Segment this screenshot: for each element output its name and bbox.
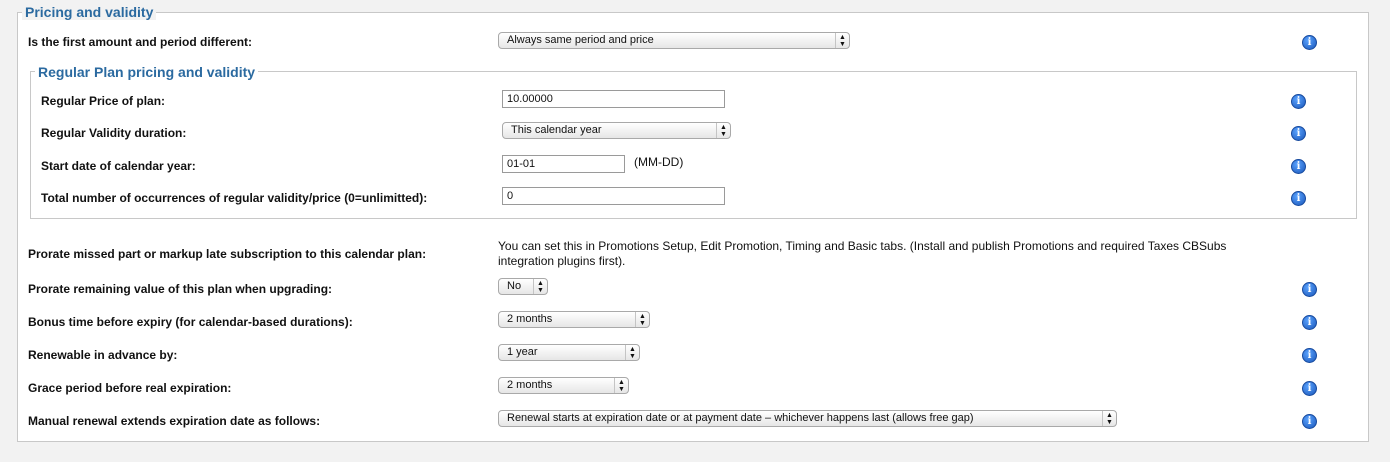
info-icon[interactable]: i: [1302, 35, 1317, 50]
grace-period-value: 2 months: [507, 379, 553, 391]
grace-period-label: Grace period before real expiration:: [28, 381, 232, 395]
first-amount-label: Is the first amount and period different…: [28, 35, 253, 49]
info-icon[interactable]: i: [1291, 191, 1306, 206]
prorate-missed-text: You can set this in Promotions Setup, Ed…: [498, 239, 1227, 268]
up-down-arrow-icon: ▲ ▼: [1102, 411, 1116, 426]
regular-price-label: Regular Price of plan:: [41, 94, 166, 108]
up-down-arrow-icon: ▲ ▼: [635, 312, 649, 327]
manual-renewal-value: Renewal starts at expiration date or at …: [507, 412, 974, 424]
info-icon[interactable]: i: [1291, 94, 1306, 109]
bonus-time-select[interactable]: 2 months ▲ ▼: [498, 311, 650, 328]
first-amount-select[interactable]: Always same period and price ▲ ▼: [498, 32, 850, 49]
bonus-time-value: 2 months: [507, 313, 553, 325]
manual-renewal-select[interactable]: Renewal starts at expiration date or at …: [498, 410, 1117, 427]
start-date-input[interactable]: 01-01: [502, 155, 625, 173]
bonus-time-label: Bonus time before expiry (for calendar-b…: [28, 315, 353, 329]
regular-duration-select[interactable]: This calendar year ▲ ▼: [502, 122, 731, 139]
start-date-hint: (MM-DD): [634, 155, 684, 169]
grace-period-select[interactable]: 2 months ▲ ▼: [498, 377, 629, 394]
occurrences-label: Total number of occurrences of regular v…: [41, 191, 428, 205]
up-down-arrow-icon: ▲ ▼: [835, 33, 849, 48]
prorate-remaining-value: No: [507, 280, 522, 292]
info-icon[interactable]: i: [1302, 282, 1317, 297]
renewable-select[interactable]: 1 year ▲ ▼: [498, 344, 640, 361]
regular-price-input[interactable]: 10.00000: [502, 90, 725, 108]
first-amount-value: Always same period and price: [507, 34, 654, 46]
info-icon[interactable]: i: [1302, 348, 1317, 363]
info-icon[interactable]: i: [1302, 315, 1317, 330]
renewable-label: Renewable in advance by:: [28, 348, 178, 362]
info-icon[interactable]: i: [1302, 414, 1317, 429]
regular-plan-legend: Regular Plan pricing and validity: [35, 64, 259, 80]
up-down-arrow-icon: ▲ ▼: [716, 123, 730, 138]
pricing-validity-legend: Pricing and validity: [22, 4, 157, 20]
prorate-missed-label: Prorate missed part or markup late subsc…: [28, 247, 427, 261]
prorate-remaining-select[interactable]: No ▲ ▼: [498, 278, 548, 295]
up-down-arrow-icon: ▲ ▼: [625, 345, 639, 360]
regular-duration-label: Regular Validity duration:: [41, 126, 187, 140]
info-icon[interactable]: i: [1291, 126, 1306, 141]
start-date-label: Start date of calendar year:: [41, 159, 196, 173]
up-down-arrow-icon: ▲ ▼: [614, 378, 628, 393]
regular-duration-value: This calendar year: [511, 124, 602, 136]
renewable-value: 1 year: [507, 346, 538, 358]
info-icon[interactable]: i: [1302, 381, 1317, 396]
prorate-remaining-label: Prorate remaining value of this plan whe…: [28, 282, 333, 296]
occurrences-input[interactable]: 0: [502, 187, 725, 205]
up-down-arrow-icon: ▲ ▼: [533, 279, 547, 294]
info-icon[interactable]: i: [1291, 159, 1306, 174]
manual-renewal-label: Manual renewal extends expiration date a…: [28, 414, 321, 428]
